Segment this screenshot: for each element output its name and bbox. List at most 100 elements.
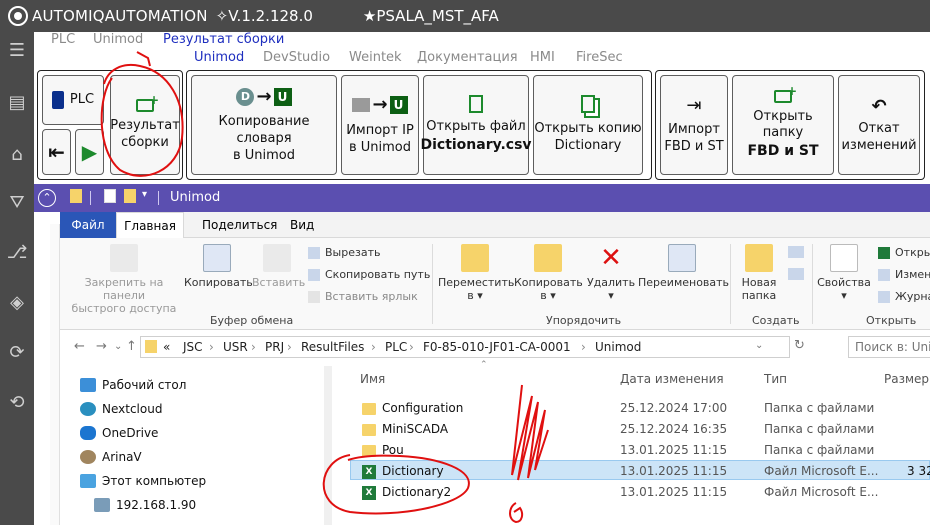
table-row[interactable]: Pou 13.01.2025 11:15 Папка с файлами [350, 440, 930, 460]
app-name: AUTOMIQAUTOMATION [32, 7, 208, 25]
network-drive-icon [94, 498, 110, 512]
import-fbd-st-button[interactable]: ⇥ Импорт FBD и ST [660, 75, 728, 175]
column-header-name[interactable]: Имя [360, 372, 385, 386]
properties-button[interactable]: Свойства ▾ [816, 244, 872, 302]
rename-button[interactable]: Переименовать [638, 244, 729, 289]
nav-item-desktop[interactable]: Рабочий стол [80, 378, 186, 392]
breadcrumb-item[interactable]: Unimod [595, 340, 641, 354]
excel-icon[interactable]: ▤ [6, 92, 28, 114]
quick-access-dropdown-icon[interactable]: ▾ [142, 189, 147, 200]
column-header-type[interactable]: Тип [764, 372, 787, 386]
app-gear-icon[interactable] [8, 6, 28, 26]
d-badge-icon: D [236, 87, 255, 106]
collapse-icon[interactable]: ⌃ [38, 189, 56, 207]
ribbon-divider [812, 244, 813, 324]
breadcrumb-item[interactable]: PLC [385, 340, 407, 354]
new-folder-icon [745, 244, 773, 272]
copy-to-button[interactable]: Копировать в ▾ [514, 244, 583, 302]
tab-file[interactable]: Файл [60, 212, 116, 238]
copy-path-button[interactable]: Скопировать путь [308, 268, 430, 281]
up-arrow-icon[interactable]: ↑ [126, 339, 137, 354]
open-dictionary-copy-button[interactable]: Открыть копию Dictionary [533, 75, 643, 175]
easy-access-icon[interactable] [788, 268, 804, 280]
tab-view[interactable]: Вид [290, 218, 314, 232]
breadcrumb-item[interactable]: JSC [183, 340, 203, 354]
bank-icon[interactable]: ⌂ [6, 144, 28, 166]
network-icon [352, 98, 371, 113]
tab-plc[interactable]: PLC [51, 32, 75, 47]
paste-shortcut-button[interactable]: Вставить ярлык [308, 290, 418, 303]
tab-firesec[interactable]: FireSec [576, 50, 623, 65]
move-folder-icon [461, 244, 489, 272]
nav-item-this-pc[interactable]: Этот компьютер [80, 474, 206, 488]
nav-item-user[interactable]: ArinaV [80, 450, 142, 464]
tab-share[interactable]: Поделиться [202, 218, 277, 232]
table-row[interactable]: Configuration 25.12.2024 17:00 Папка с ф… [350, 398, 930, 418]
move-to-button[interactable]: Переместить в ▾ [438, 244, 514, 302]
nav-item-onedrive[interactable]: OneDrive [80, 426, 158, 440]
table-row-selected[interactable]: X Dictionary 13.01.2025 11:15 Файл Micros… [350, 460, 930, 480]
tab-docs[interactable]: Документация [417, 50, 518, 65]
properties-quick-icon[interactable] [104, 189, 116, 203]
tab-home[interactable]: Главная [116, 212, 184, 239]
copy-dictionary-button[interactable]: D → U Копирование словаря в Unimod [191, 75, 337, 175]
cut-button[interactable]: Вырезать [308, 246, 380, 259]
tab-build-result[interactable]: Результат сборки [163, 32, 284, 47]
nav-scrollbar[interactable] [324, 366, 332, 525]
search-input[interactable]: Поиск в: Unin [848, 336, 930, 358]
back-to-start-icon[interactable]: ⇤ [42, 129, 71, 175]
rollback-button[interactable]: ↶ Откат изменений [838, 75, 920, 175]
folder-icon [70, 189, 82, 203]
back-arrow-icon[interactable]: ← [74, 339, 85, 354]
menu-icon[interactable]: ☰ [6, 40, 28, 62]
build-result-button[interactable]: Результат сборки [110, 75, 180, 175]
open-fbd-folder-button[interactable]: Открыть папку FBD и ST [732, 75, 834, 175]
filter-settings-icon[interactable]: ⛛ [6, 192, 28, 214]
nav-item-nextcloud[interactable]: Nextcloud [80, 402, 162, 416]
paste-button[interactable]: Вставить [252, 244, 305, 289]
delete-button[interactable]: ✕ Удалить ▾ [586, 244, 636, 302]
forward-arrow-icon[interactable]: → [96, 339, 107, 354]
run-icon[interactable]: ▶ [75, 129, 104, 175]
sync-icon[interactable]: ⟲ [6, 392, 28, 414]
path-field[interactable]: « JSC › USR › PRJ › ResultFiles › PLC › … [140, 336, 790, 358]
chevron-right-icon: › [371, 340, 376, 354]
ribbon-group-nav: PLC Результат сборки ⇤ ▶ [37, 70, 183, 180]
table-row[interactable]: MiniSCADA 25.12.2024 16:35 Папка с файла… [350, 419, 930, 439]
edit-button[interactable]: Измен [878, 268, 930, 281]
new-folder-button[interactable]: Новая папка [736, 244, 782, 302]
copy-button[interactable]: Копировать [184, 244, 253, 289]
import-ip-button[interactable]: → U Импорт IP в Unimod [341, 75, 419, 175]
chevron-right-icon: › [409, 340, 414, 354]
tab-sub-unimod[interactable]: Unimod [194, 50, 244, 65]
breadcrumb-item[interactable]: PRJ [265, 340, 284, 354]
open-button[interactable]: Откры [878, 246, 930, 259]
tab-devstudio[interactable]: DevStudio [263, 50, 330, 65]
history-button[interactable]: Журна [878, 290, 930, 303]
new-item-icon[interactable] [788, 246, 804, 258]
copy-path-icon [308, 268, 320, 281]
plc-button[interactable]: PLC [42, 75, 104, 125]
table-row[interactable]: X Dictionary2 13.01.2025 11:15 Файл Micro… [350, 482, 930, 502]
tab-unimod[interactable]: Unimod [93, 32, 143, 47]
chevron-right-icon: › [209, 340, 214, 354]
tab-hmi[interactable]: HMI [530, 50, 555, 65]
column-header-size[interactable]: Размер [884, 372, 929, 386]
tab-weintek[interactable]: Weintek [349, 50, 402, 65]
sync-settings-icon[interactable]: ⟳ [6, 342, 28, 364]
column-header-date[interactable]: Дата изменения [620, 372, 724, 386]
breadcrumb-item[interactable]: F0-85-010-JF01-CA-0001 [423, 340, 571, 354]
recent-dropdown-icon[interactable]: ⌄ [114, 341, 122, 352]
nav-item-network-drive[interactable]: 192.168.1.90 [94, 498, 196, 512]
tag-icon[interactable]: ◈ [6, 292, 28, 314]
breadcrumb-overflow[interactable]: « [163, 340, 170, 354]
address-dropdown-icon[interactable]: ⌄ [755, 340, 763, 351]
tree-icon[interactable]: ⎇ [6, 242, 28, 264]
new-folder-quick-icon[interactable] [124, 189, 136, 203]
breadcrumb-item[interactable]: ResultFiles [301, 340, 364, 354]
refresh-icon[interactable]: ↻ [794, 338, 805, 353]
pin-quick-access-button[interactable]: Закрепить на панели быстрого доступа [66, 244, 182, 316]
breadcrumb-item[interactable]: USR [223, 340, 248, 354]
open-dictionary-file-button[interactable]: Открыть файл Dictionary.csv [420, 75, 532, 175]
clipboard-icon [263, 244, 291, 272]
